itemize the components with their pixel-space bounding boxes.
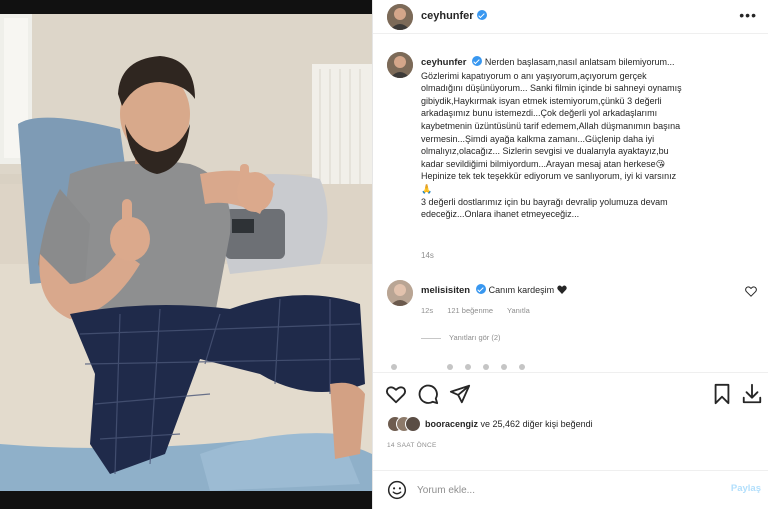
post-photo-panel (0, 0, 372, 509)
liker-username[interactable]: booracengiz (425, 419, 478, 429)
comment-body: Canım kardeşim (488, 285, 555, 295)
next-comment-cutoff (387, 360, 757, 370)
post-time-ago: 14 SAAT ÖNCE (387, 442, 437, 449)
caption-line: olmadığını düşünüyorum... Sanki filmin i… (421, 83, 682, 94)
cutoff-dot (465, 364, 471, 370)
caption-line: kaybetmenin üzüntüsünü tarif edemem,Alla… (421, 120, 681, 131)
caption-line: Hepinize tek tek teşekkür ediyorum ve sa… (421, 171, 677, 182)
caption-line: Gözlerimi kapatıyorum o anı yaşıyorum,aç… (421, 70, 647, 81)
verified-badge-icon (476, 284, 487, 294)
author-username[interactable]: ceyhunfer (421, 10, 487, 22)
commenter-avatar[interactable] (387, 280, 413, 306)
post-caption: ceyhunfer Nerden başlasam,nasıl anlatsam… (421, 56, 751, 221)
post-action-bar (373, 372, 768, 416)
caption-line: vermesin...Şimdi ayağa kalkma zamanı...G… (421, 133, 655, 144)
heart-icon[interactable] (385, 383, 407, 405)
cutoff-dot (519, 364, 525, 370)
bookmark-icon[interactable] (711, 383, 733, 405)
cutoff-dot (501, 364, 507, 370)
caption-line: olmalıyız,olacağız... Sizlerin sevgisi v… (421, 146, 669, 157)
author-avatar[interactable] (387, 4, 413, 30)
caption-line: gibiydik,Haykırmak isyan etmek istemiyor… (421, 95, 662, 106)
caption-line: 🙏 (421, 183, 433, 194)
emoji-icon[interactable] (387, 480, 407, 500)
likes-count-text[interactable]: ve 25,462 diğer kişi beğendi (481, 419, 593, 429)
comment-item: melisisiten Canım kardeşim 12s 121 beğen… (387, 280, 757, 330)
post-photo[interactable] (0, 14, 372, 491)
comment-heart-icon[interactable] (745, 286, 757, 297)
download-icon[interactable] (741, 383, 763, 405)
comment-icon[interactable] (417, 383, 439, 405)
black-heart-icon (556, 285, 567, 294)
comment-timestamp: 12s (421, 306, 434, 315)
cutoff-dot (447, 364, 453, 370)
verified-badge-icon (476, 10, 487, 20)
comment-input[interactable] (417, 481, 707, 499)
post-detail-panel: ceyhunfer ••• ceyhunfer Nerden başlasam,… (372, 0, 768, 509)
post-header: ceyhunfer ••• (373, 0, 768, 34)
cutoff-dot (483, 364, 489, 370)
cutoff-avatar (391, 364, 397, 370)
add-comment-bar: Paylaş (373, 470, 768, 509)
caption-line: 3 değerli dostlarımız için bu bayrağı de… (421, 196, 668, 207)
caption-line: edeceğiz...Onlara ihanet etmeyeceğiz... (421, 209, 580, 220)
photo-bottom-bar (0, 491, 372, 509)
commenter-username[interactable]: melisisiten (421, 285, 470, 296)
comment-likes-count[interactable]: 121 beğenme (447, 306, 493, 315)
share-icon[interactable] (449, 383, 471, 405)
liker-avatars (387, 416, 421, 432)
comment-text: melisisiten Canım kardeşim (421, 284, 567, 296)
likes-text[interactable]: booracengiz ve 25,462 diğer kişi beğendi (425, 419, 593, 429)
caption-author-avatar[interactable] (387, 52, 413, 78)
caption-line: arkadaşımız bunu istemezdi...Çok değerli… (421, 108, 658, 119)
view-replies-link[interactable]: Yanıtları gör (2) (421, 333, 501, 342)
comment-meta: 12s 121 beğenme Yanıtla (421, 306, 542, 315)
photo-top-bar (0, 0, 372, 14)
caption-timestamp: 14s (421, 251, 434, 260)
comment-reply-link[interactable]: Yanıtla (507, 306, 530, 315)
verified-badge-icon (472, 56, 483, 66)
caption-line: kadar sevildiğimi bilmiyordum...Arayan m… (421, 158, 665, 169)
post-comment-button[interactable]: Paylaş (731, 483, 761, 494)
liker-avatar[interactable] (405, 416, 421, 432)
caption-line: Nerden başlasam,nasıl anlatsam bilemiyor… (484, 57, 675, 67)
author-username-text[interactable]: ceyhunfer (421, 10, 474, 22)
likes-summary: booracengiz ve 25,462 diğer kişi beğendi (387, 416, 757, 434)
caption-username[interactable]: ceyhunfer (421, 57, 466, 68)
more-options-icon[interactable]: ••• (739, 8, 757, 22)
